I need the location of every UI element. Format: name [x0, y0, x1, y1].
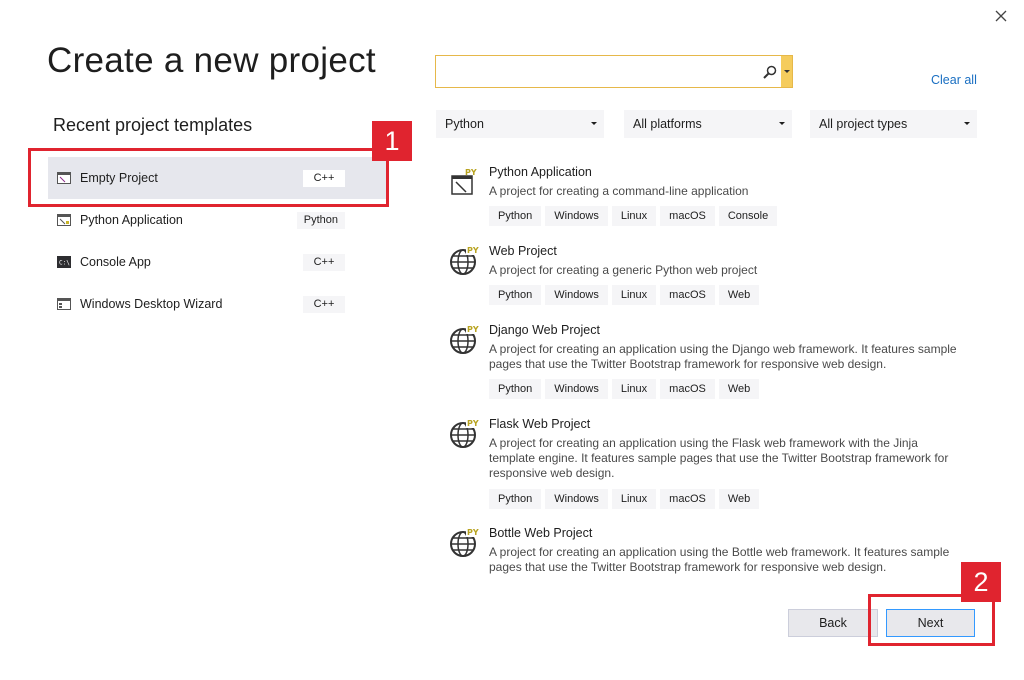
recent-templates-list: Empty Project C++ Python Application Pyt…	[48, 157, 386, 325]
tag: macOS	[660, 379, 715, 399]
language-filter[interactable]: Python	[436, 110, 604, 138]
search-input[interactable]	[436, 56, 756, 87]
python-application-icon: PY	[451, 168, 477, 195]
language-filter-value: Python	[445, 117, 484, 131]
language-tag: Python	[296, 211, 345, 229]
template-name: Flask Web Project	[489, 417, 591, 431]
python-application-icon	[57, 214, 71, 226]
step-2-badge: 2	[961, 562, 1001, 602]
search-icon[interactable]	[762, 64, 778, 80]
close-button[interactable]	[990, 5, 1012, 27]
tag: Web	[718, 379, 760, 399]
recent-item-label: Console App	[80, 255, 151, 269]
tag: macOS	[660, 206, 715, 226]
tag: Python	[489, 489, 542, 509]
search-box	[435, 55, 793, 88]
tag: Linux	[611, 285, 657, 305]
tag: Windows	[545, 285, 608, 305]
platform-filter-value: All platforms	[633, 117, 702, 131]
template-description: A project for creating a command-line ap…	[489, 184, 749, 198]
python-web-globe-icon: PY	[450, 417, 481, 448]
back-button[interactable]: Back	[788, 609, 878, 637]
project-type-filter[interactable]: All project types	[810, 110, 977, 138]
tag: Web	[718, 285, 760, 305]
svg-text:PY: PY	[467, 528, 479, 537]
tag: Web	[718, 489, 760, 509]
python-web-globe-icon: PY	[450, 526, 481, 557]
tag: Python	[489, 206, 542, 226]
tag: Console	[718, 206, 778, 226]
template-description: A project for creating an application us…	[489, 342, 957, 371]
svg-text:PY: PY	[465, 168, 477, 177]
tag: Linux	[611, 206, 657, 226]
recent-item-label: Windows Desktop Wizard	[80, 297, 223, 311]
template-django-web-project[interactable]: PY Django Web Project A project for crea…	[436, 318, 976, 408]
tag: Linux	[611, 379, 657, 399]
tag: macOS	[660, 489, 715, 509]
template-tags: Python Windows Linux macOS Console	[489, 206, 781, 226]
tag: Windows	[545, 379, 608, 399]
language-tag: C++	[303, 295, 345, 313]
tag: Windows	[545, 489, 608, 509]
template-description: A project for creating a generic Python …	[489, 263, 758, 277]
tag: Windows	[545, 206, 608, 226]
template-tags: Python Windows Linux macOS Web	[489, 379, 763, 399]
svg-text:PY: PY	[467, 419, 479, 428]
recent-item-label: Empty Project	[80, 171, 158, 185]
step-1-badge: 1	[372, 121, 412, 161]
svg-text:PY: PY	[467, 325, 479, 334]
python-web-globe-icon: PY	[450, 323, 481, 354]
template-name: Django Web Project	[489, 323, 600, 337]
chevron-down-icon	[779, 122, 785, 125]
template-name: Web Project	[489, 244, 557, 258]
recent-item-python-application[interactable]: Python Application Python	[48, 199, 386, 241]
template-tags: Python Windows Linux macOS Web	[489, 285, 763, 305]
close-icon	[995, 10, 1007, 22]
windows-desktop-wizard-icon	[57, 298, 71, 310]
chevron-down-icon	[964, 122, 970, 125]
svg-text:C:\: C:\	[59, 260, 70, 267]
chevron-down-icon	[591, 122, 597, 125]
template-python-application[interactable]: PY Python Application A project for crea…	[436, 160, 976, 235]
recent-item-console-app[interactable]: C:\ Console App C++	[48, 241, 386, 283]
recent-item-windows-desktop-wizard[interactable]: Windows Desktop Wizard C++	[48, 283, 386, 325]
svg-text:PY: PY	[467, 246, 479, 255]
tag: macOS	[660, 285, 715, 305]
template-web-project[interactable]: PY Web Project A project for creating a …	[436, 239, 976, 314]
empty-project-icon	[57, 172, 71, 184]
tag: Python	[489, 379, 542, 399]
language-tag: C++	[303, 253, 345, 271]
python-web-globe-icon: PY	[450, 244, 481, 275]
template-flask-web-project[interactable]: PY Flask Web Project A project for creat…	[436, 412, 976, 517]
next-button[interactable]: Next	[886, 609, 975, 637]
recent-item-label: Python Application	[80, 213, 183, 227]
template-description: A project for creating an application us…	[489, 545, 950, 574]
page-title: Create a new project	[47, 41, 376, 80]
language-tag: C++	[303, 169, 345, 187]
project-type-filter-value: All project types	[819, 117, 908, 131]
template-description: A project for creating an application us…	[489, 436, 949, 480]
template-tags: Python Windows Linux macOS Web	[489, 489, 763, 509]
recent-item-empty-project[interactable]: Empty Project C++	[48, 157, 386, 199]
template-name: Python Application	[489, 165, 592, 179]
clear-all-link[interactable]: Clear all	[931, 73, 977, 87]
tag: Python	[489, 285, 542, 305]
platform-filter[interactable]: All platforms	[624, 110, 792, 138]
template-bottle-web-project[interactable]: PY Bottle Web Project A project for crea…	[436, 521, 976, 581]
template-name: Bottle Web Project	[489, 526, 593, 540]
search-history-dropdown[interactable]	[781, 56, 792, 87]
console-app-icon: C:\	[57, 256, 71, 268]
chevron-down-icon	[783, 69, 790, 73]
tag: Linux	[611, 489, 657, 509]
recent-templates-heading: Recent project templates	[53, 115, 253, 135]
